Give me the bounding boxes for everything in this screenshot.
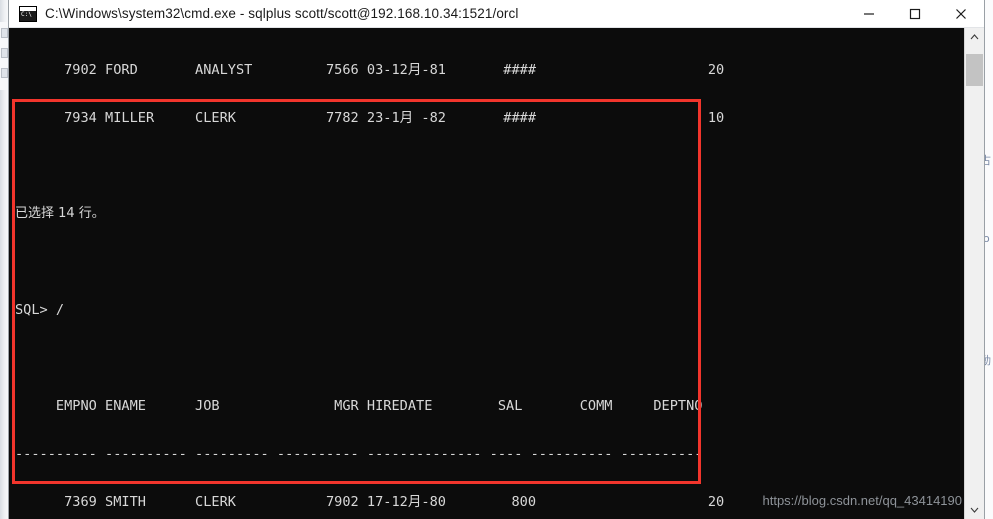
scrollbar-thumb[interactable] (966, 54, 983, 86)
console-scrollbar[interactable] (964, 28, 984, 519)
maximize-icon (909, 8, 921, 20)
scrollbar-track[interactable] (965, 46, 984, 501)
cmd-console-icon (19, 5, 37, 22)
window-controls (846, 0, 984, 28)
title-bar[interactable]: C:\Windows\system32\cmd.exe - sqlplus sc… (9, 0, 984, 28)
terminal-row: 7902 FORD ANALYST 7566 03-12月-81 #### 20 (15, 62, 725, 78)
result-separator-row-1: ---------- ---------- --------- --------… (15, 446, 703, 462)
terminal-text: 7902 FORD ANALYST 7566 03-12月-81 #### 20… (9, 28, 966, 519)
console-output-area[interactable]: 7902 FORD ANALYST 7566 03-12月-81 #### 20… (9, 28, 984, 519)
terminal-row (15, 158, 966, 174)
minimize-button[interactable] (846, 0, 892, 28)
background-page-left (0, 0, 10, 519)
scrollbar-up-button[interactable] (965, 28, 984, 46)
screen-root: - 古 》 io ) 動 | | | | C:\Windows\system32… (0, 0, 993, 519)
minimize-icon (864, 13, 874, 15)
close-icon (956, 9, 966, 19)
maximize-button[interactable] (892, 0, 938, 28)
result-header-row-1: EMPNO ENAME JOB MGR HIREDATE SAL COMM DE… (15, 398, 703, 414)
close-button[interactable] (938, 0, 984, 28)
terminal-row (15, 254, 966, 270)
cmd-console-window[interactable]: C:\Windows\system32\cmd.exe - sqlplus sc… (8, 0, 985, 519)
window-title: C:\Windows\system32\cmd.exe - sqlplus sc… (45, 6, 519, 21)
sql-prompt-command: SQL> / (15, 302, 65, 318)
scrollbar-down-button[interactable] (965, 501, 984, 519)
terminal-row: 7934 MILLER CLERK 7782 23-1月 -82 #### 10 (15, 110, 725, 126)
chevron-down-icon (970, 507, 979, 513)
rows-selected-message-top: 已选择 14 行。 (15, 206, 105, 221)
chevron-up-icon (970, 34, 979, 40)
watermark-url: https://blog.csdn.net/qq_43414190 (762, 493, 963, 508)
terminal-row (15, 350, 966, 366)
